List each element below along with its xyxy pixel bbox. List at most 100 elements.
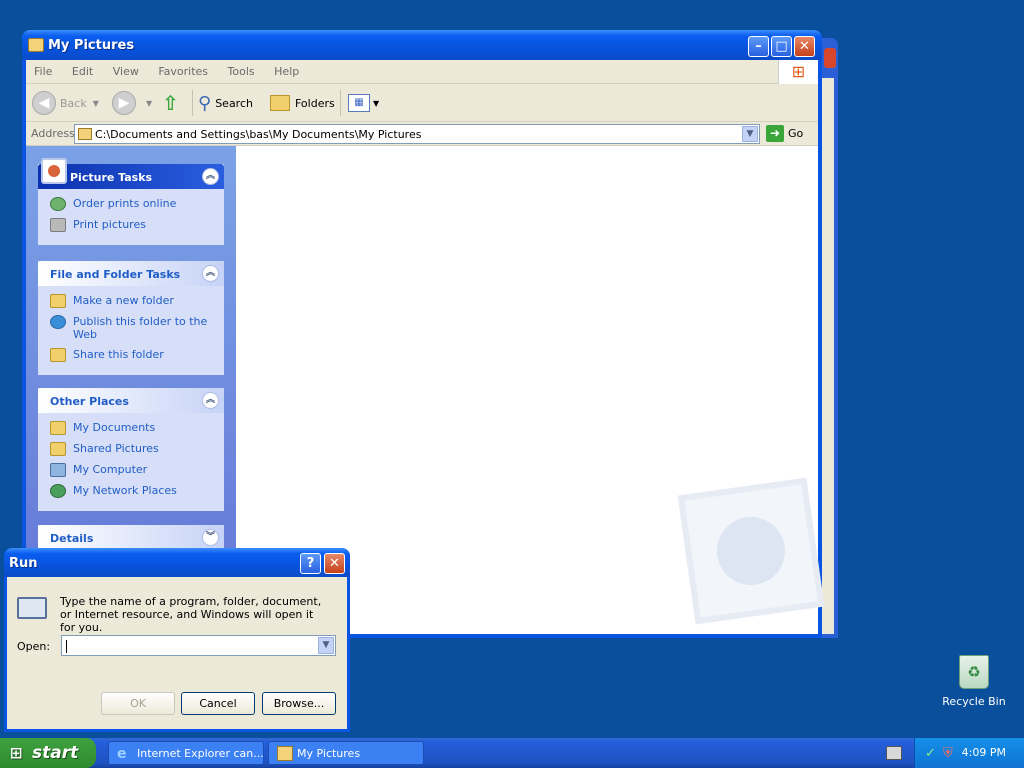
start-button[interactable]: ⊞ start [0,738,96,768]
place-my-network-places[interactable]: My Network Places [50,484,218,498]
task-label[interactable]: My Network Places [73,484,177,497]
task-label[interactable]: My Documents [73,421,155,434]
address-label: Address [31,127,75,140]
system-tray: ✓ ⛨ 4:09 PM [914,738,1024,768]
folders-icon [270,95,290,111]
search-icon: ⚲ [198,92,212,114]
file-folder-tasks-title: File and Folder Tasks [50,268,181,281]
collapse-chevron-icon[interactable]: ︽ [202,265,219,282]
open-label: Open: [17,640,51,653]
browse-button[interactable]: Browse... [262,692,336,715]
open-dropdown-icon[interactable]: ▼ [318,637,334,654]
publish-folder-task[interactable]: Publish this folder to the Web [50,315,218,341]
views-button[interactable]: ▦ ▼ [348,90,379,116]
maximize-button[interactable]: □ [771,36,792,57]
up-folder-button[interactable]: ⇧ [162,90,179,116]
recycle-bin-desktop-icon[interactable]: ♻ Recycle Bin [940,655,1008,708]
text-cursor [66,639,67,653]
run-dialog[interactable]: Run ? ✕ Type the name of a program, fold… [4,548,350,732]
back-dropdown-icon[interactable]: ▼ [93,99,99,108]
menu-favorites[interactable]: Favorites [150,60,216,78]
recycle-bin-label: Recycle Bin [942,695,1006,708]
other-places-header[interactable]: Other Places ︽ [38,388,224,413]
picture-tasks-icon [41,158,67,184]
minimize-button[interactable]: – [748,36,769,57]
collapse-chevron-icon[interactable]: ︽ [202,168,219,185]
file-folder-tasks-header[interactable]: File and Folder Tasks ︽ [38,261,224,286]
picture-tasks-header[interactable]: Picture Tasks ︽ [38,158,224,189]
run-body: Type the name of a program, folder, docu… [7,577,347,729]
menu-bar: File Edit View Favorites Tools Help ⊞ [26,60,818,84]
back-label: Back [60,96,87,110]
computer-icon [50,463,66,477]
task-label[interactable]: Make a new folder [73,294,174,307]
go-label: Go [788,127,804,140]
security-shield-icon[interactable]: ⛨ [943,746,957,761]
windows-logo-icon: ⊞ [778,60,818,84]
place-shared-pictures[interactable]: Shared Pictures [50,442,218,456]
forward-dropdown-icon[interactable]: ▼ [146,99,152,108]
task-label[interactable]: Share this folder [73,348,164,361]
share-folder-icon [50,348,66,362]
help-button[interactable]: ? [300,553,321,574]
clock[interactable]: 4:09 PM [962,746,1006,759]
picture-tasks-panel: Picture Tasks ︽ Order prints online Prin… [38,158,224,245]
folder-icon [50,442,66,456]
task-label[interactable]: My Computer [73,463,147,476]
task-label[interactable]: Print pictures [73,218,146,231]
menu-edit[interactable]: Edit [64,60,101,78]
go-button[interactable]: ➜ Go [766,125,803,142]
file-folder-tasks-panel: File and Folder Tasks ︽ Make a new folde… [38,261,224,375]
address-dropdown-icon[interactable]: ▼ [742,126,758,142]
menu-view[interactable]: View [105,60,147,78]
folders-label: Folders [295,96,335,110]
explorer-window[interactable]: My Pictures – □ ✕ File Edit View Favorit… [22,30,825,638]
task-label[interactable]: Order prints online [73,197,176,210]
search-button[interactable]: ⚲ Search [198,90,253,116]
place-my-documents[interactable]: My Documents [50,421,218,435]
taskbar-item-my-pictures[interactable]: My Pictures [268,741,424,765]
folder-icon [50,421,66,435]
task-label[interactable]: Shared Pictures [73,442,159,455]
share-folder-task[interactable]: Share this folder [50,348,218,362]
ok-button[interactable]: OK [101,692,175,715]
task-label[interactable]: Publish this folder to the Web [73,315,218,341]
start-label: start [32,743,79,763]
taskbar-item-internet-explorer[interactable]: e Internet Explorer can... [108,741,264,765]
windows-flag-icon: ⊞ [10,744,23,762]
explorer-titlebar[interactable]: My Pictures – □ ✕ [22,30,822,60]
keyboard-icon[interactable] [886,746,902,760]
menu-file[interactable]: File [26,60,60,78]
expand-chevron-icon[interactable]: ︾ [202,529,219,546]
run-titlebar[interactable]: Run ? ✕ [4,548,350,577]
recycle-bin-icon: ♻ [959,655,989,689]
place-my-computer[interactable]: My Computer [50,463,218,477]
address-input[interactable]: C:\Documents and Settings\bas\My Documen… [74,124,760,144]
folders-button[interactable]: Folders [270,90,335,116]
network-tray-icon[interactable]: ✓ [925,746,939,761]
details-panel: Details ︾ [38,525,224,550]
background-window-body [820,78,834,634]
run-close-button[interactable]: ✕ [324,553,345,574]
menu-tools[interactable]: Tools [220,60,263,78]
details-header[interactable]: Details ︾ [38,525,224,550]
open-input[interactable]: ▼ [61,635,336,656]
printer-icon [50,218,66,232]
background-window-close-button[interactable] [824,48,836,68]
run-description: Type the name of a program, folder, docu… [60,595,322,634]
new-folder-task[interactable]: Make a new folder [50,294,218,308]
collapse-chevron-icon[interactable]: ︽ [202,392,219,409]
other-places-title: Other Places [50,395,129,408]
cancel-button[interactable]: Cancel [181,692,255,715]
other-places-panel: Other Places ︽ My Documents Shared Pictu… [38,388,224,511]
forward-arrow-icon: ▶ [112,91,136,115]
globe-icon [50,197,66,211]
print-pictures-task[interactable]: Print pictures [50,218,218,232]
close-button[interactable]: ✕ [794,36,815,57]
address-value[interactable]: C:\Documents and Settings\bas\My Documen… [95,128,421,141]
order-prints-task[interactable]: Order prints online [50,197,218,211]
menu-help[interactable]: Help [266,60,307,78]
forward-button[interactable]: ▶ ▼ [112,90,152,116]
taskbar: ⊞ start e Internet Explorer can... My Pi… [0,738,1024,768]
back-button[interactable]: ◀ Back ▼ [32,90,99,116]
